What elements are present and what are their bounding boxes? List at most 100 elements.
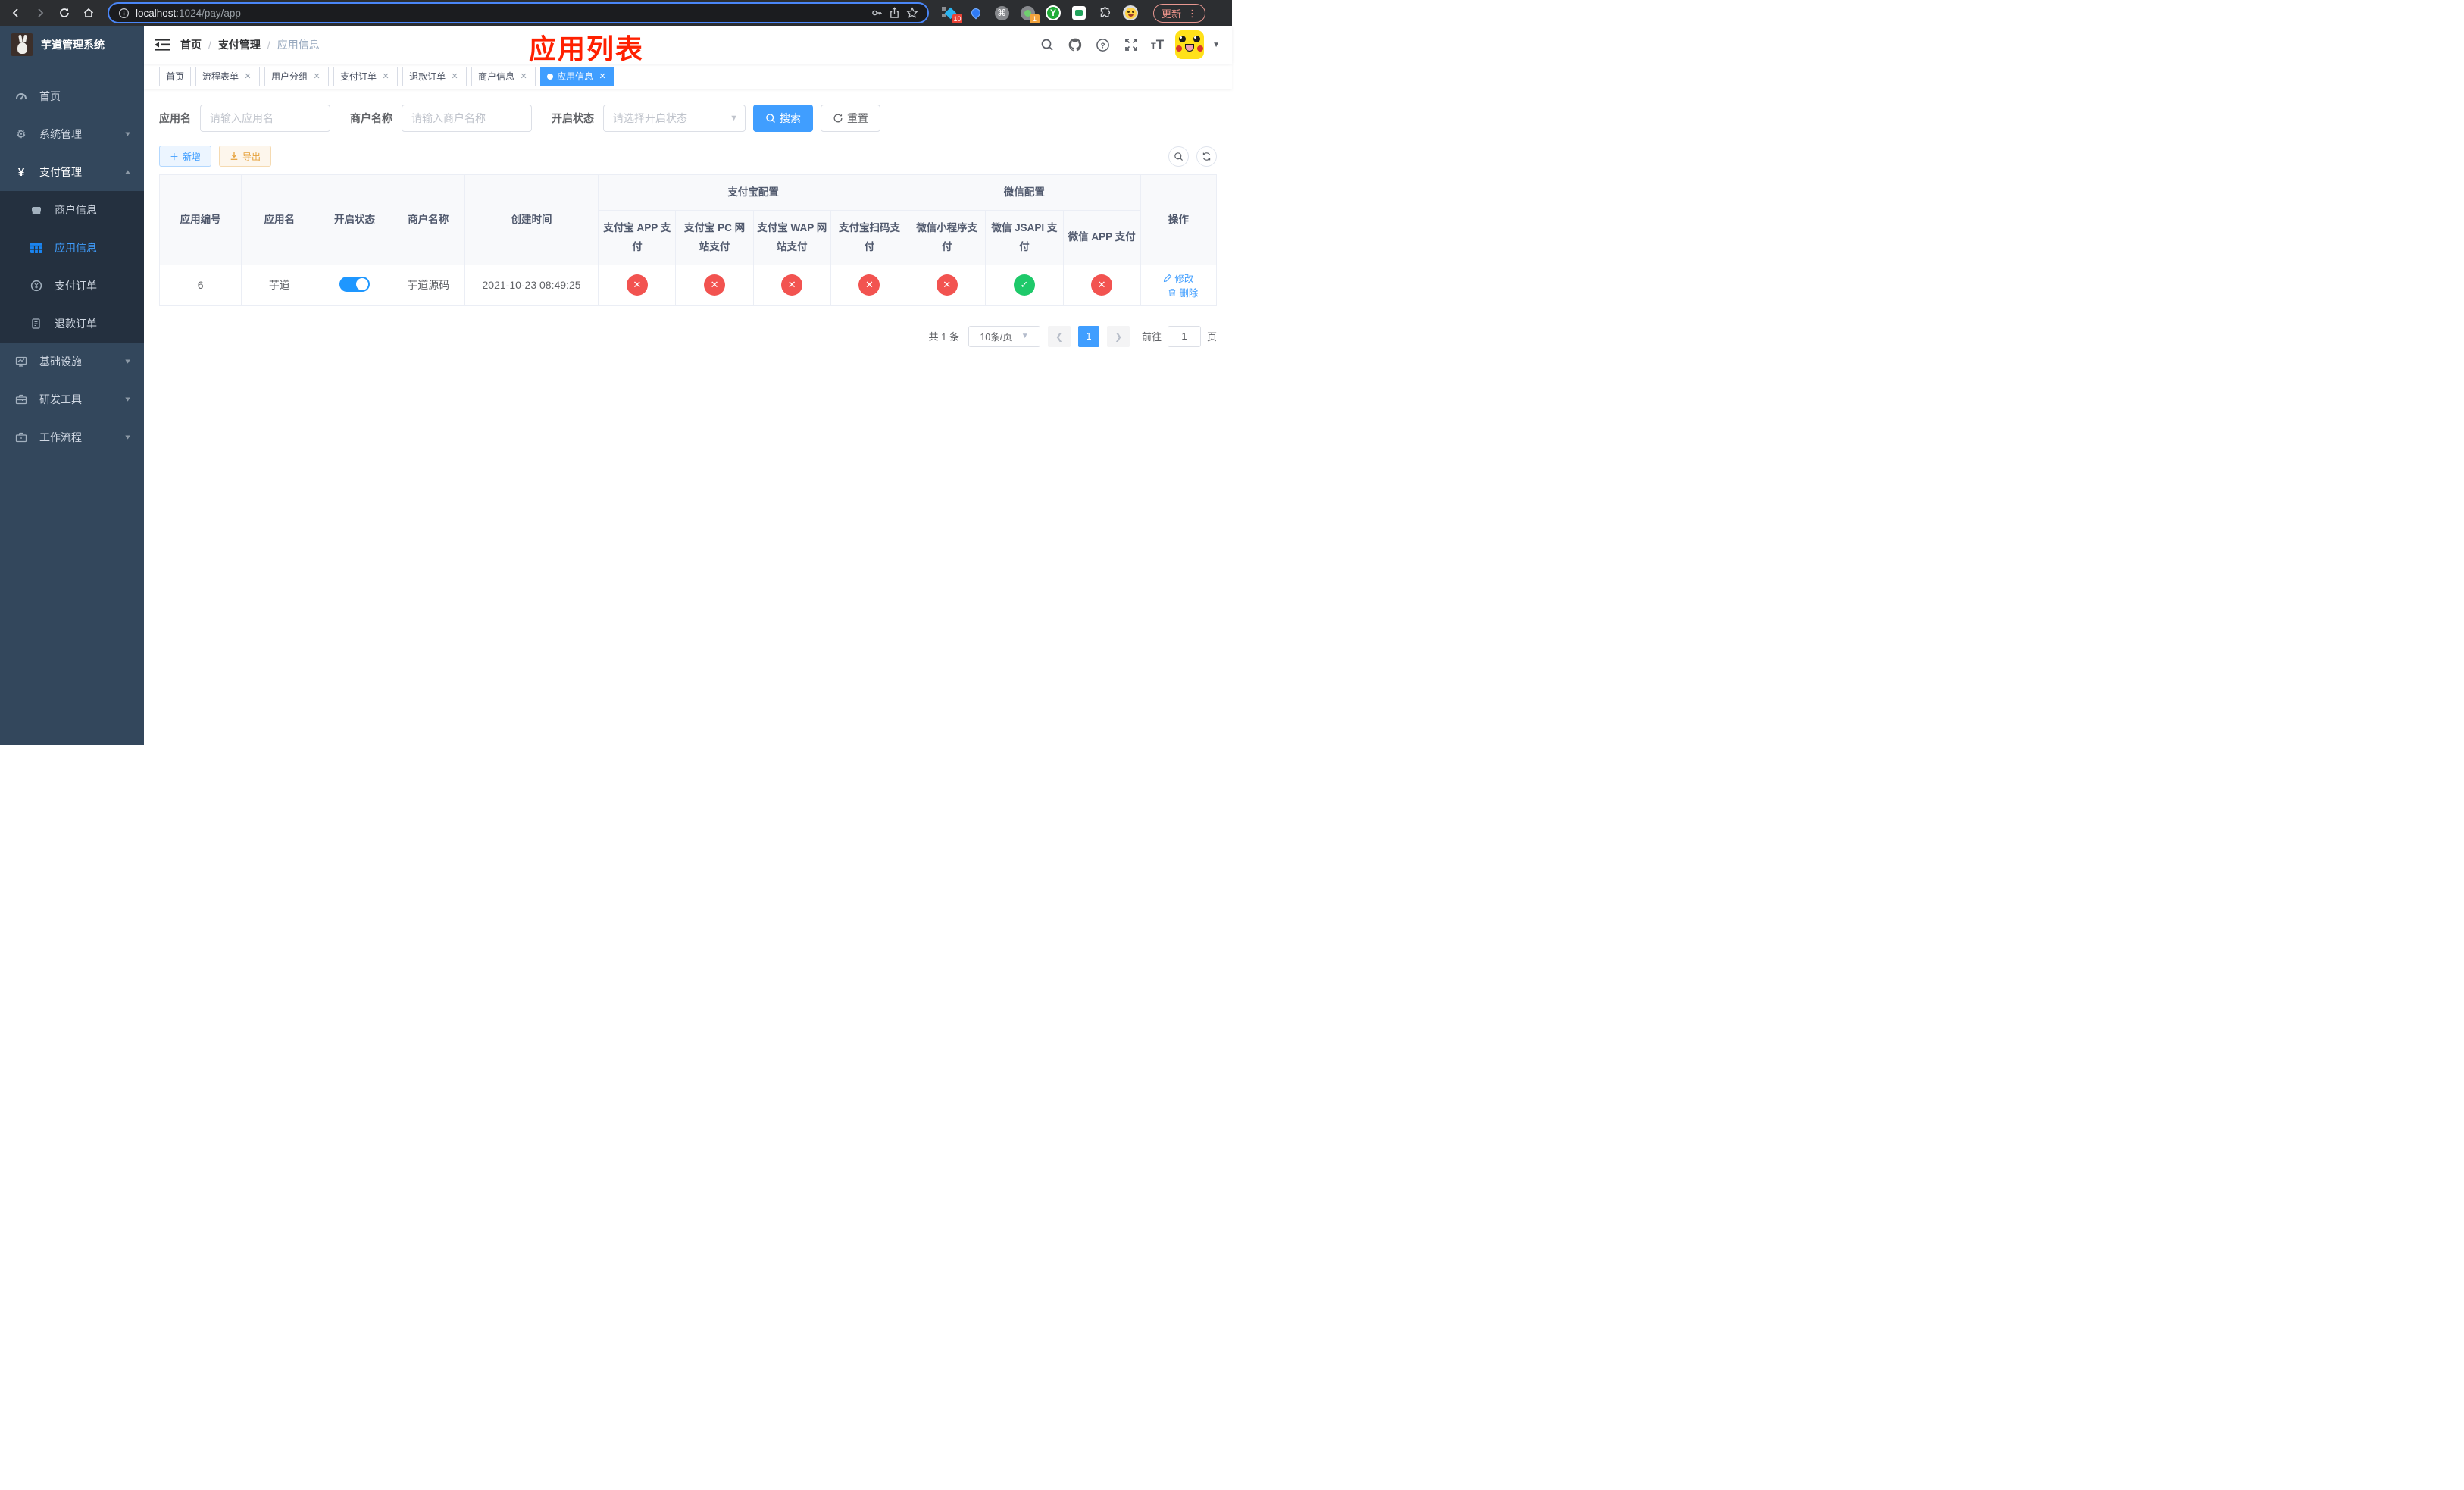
- extension-command-icon[interactable]: ⌘: [994, 5, 1009, 20]
- page-size-select[interactable]: 10条/页 ▼: [968, 325, 1040, 347]
- extension-record-icon[interactable]: 1: [1020, 5, 1040, 23]
- tag-process-form[interactable]: 流程表单 ✕: [195, 66, 261, 86]
- status-cross-icon: [858, 274, 880, 296]
- tag-close-icon[interactable]: ✕: [597, 71, 608, 82]
- right-toolbar: [1168, 146, 1217, 167]
- url-text[interactable]: localhost:1024/pay/app: [136, 8, 865, 19]
- tag-app-info[interactable]: 应用信息 ✕: [540, 66, 615, 86]
- tag-close-icon[interactable]: ✕: [449, 71, 460, 82]
- chevron-up-icon: ▲: [124, 168, 132, 176]
- extension-chat-icon[interactable]: [1071, 5, 1087, 20]
- tag-close-icon[interactable]: ✕: [242, 71, 253, 82]
- sidebar-item-system[interactable]: ⚙ 系统管理 ▼: [0, 115, 144, 153]
- bookmark-star-icon[interactable]: [906, 7, 918, 19]
- tag-user-group[interactable]: 用户分组 ✕: [264, 66, 330, 86]
- app-name-input[interactable]: [200, 105, 330, 132]
- status-label: 开启状态: [552, 112, 594, 124]
- sidebar-item-infrastructure[interactable]: 基础设施 ▼: [0, 343, 144, 380]
- status-cross-icon: [626, 274, 648, 296]
- merchant-name-input[interactable]: [402, 105, 532, 132]
- browser-home-button[interactable]: [79, 3, 98, 23]
- toolbox-icon: [15, 393, 27, 405]
- table-toolbar: ＋ 新增 导出: [159, 146, 1217, 167]
- tag-refund-order[interactable]: 退款订单 ✕: [402, 66, 467, 86]
- status-toggle[interactable]: [339, 276, 371, 292]
- reset-button[interactable]: 重置: [821, 105, 880, 132]
- font-size-icon[interactable]: TT: [1151, 37, 1164, 52]
- status-select[interactable]: 请选择开启状态 ▼: [603, 105, 746, 132]
- cell-merchant: 芋道源码: [391, 264, 465, 306]
- breadcrumb-section[interactable]: 支付管理: [218, 37, 261, 52]
- extension-pin-icon[interactable]: [968, 5, 983, 20]
- edit-button[interactable]: 修改: [1163, 271, 1193, 285]
- extension-y-icon[interactable]: Y: [1046, 5, 1061, 20]
- site-info-icon[interactable]: [118, 8, 130, 19]
- share-icon[interactable]: [889, 7, 900, 19]
- status-cross-icon: [781, 274, 803, 296]
- address-bar[interactable]: localhost:1024/pay/app: [108, 2, 929, 23]
- page-unit-label: 页: [1206, 331, 1217, 343]
- browser-update-button[interactable]: 更新 ⋮: [1153, 3, 1206, 23]
- sidebar-logo[interactable]: 芋道管理系统: [0, 26, 144, 64]
- tag-pay-order[interactable]: 支付订单 ✕: [333, 66, 399, 86]
- sidebar-item-payment[interactable]: ¥ 支付管理 ▲: [0, 153, 144, 191]
- tag-close-icon[interactable]: ✕: [311, 71, 322, 82]
- cell-alipay-wap: [752, 264, 831, 306]
- app-name-label: 应用名: [159, 112, 191, 124]
- tag-close-icon[interactable]: ✕: [380, 71, 391, 82]
- extensions-puzzle-icon[interactable]: [1097, 5, 1112, 20]
- github-icon[interactable]: [1067, 36, 1083, 53]
- sidebar-item-merchant-info[interactable]: 商户信息: [0, 191, 144, 229]
- sidebar-toggle-icon[interactable]: [155, 37, 170, 52]
- tag-merchant-info[interactable]: 商户信息 ✕: [471, 66, 536, 86]
- fullscreen-icon[interactable]: [1123, 36, 1140, 53]
- document-icon: [30, 318, 42, 330]
- col-header-operations: 操作: [1140, 174, 1218, 265]
- page-content: 应用名 商户名称 开启状态 请选择开启状态 ▼ 搜索 重置: [144, 89, 1232, 745]
- sidebar-item-workflow[interactable]: 工作流程 ▼: [0, 418, 144, 456]
- sidebar-item-home[interactable]: 首页: [0, 77, 144, 115]
- add-button[interactable]: ＋ 新增: [159, 146, 212, 167]
- svg-text:?: ?: [1101, 42, 1105, 50]
- col-group-wechat: 微信配置: [908, 174, 1141, 211]
- user-avatar[interactable]: [1175, 30, 1205, 59]
- browser-profile-avatar[interactable]: [1123, 5, 1138, 20]
- navbar-actions: ? TT ▼: [1039, 30, 1220, 59]
- goto-page-input[interactable]: [1167, 325, 1201, 347]
- browser-back-button[interactable]: [6, 3, 26, 23]
- password-key-icon[interactable]: [871, 7, 883, 19]
- extension-badge: 10: [952, 14, 962, 23]
- col-header-alipay-qr: 支付宝扫码支付: [830, 209, 909, 265]
- sidebar-item-refund-order[interactable]: 退款订单: [0, 305, 144, 343]
- toggle-search-icon[interactable]: [1168, 146, 1189, 167]
- chevron-down-icon: ▼: [124, 358, 132, 365]
- sidebar-item-dev-tools[interactable]: 研发工具 ▼: [0, 380, 144, 418]
- search-button[interactable]: 搜索: [753, 105, 813, 132]
- next-page-button[interactable]: ❯: [1106, 325, 1130, 347]
- avatar-caret-icon[interactable]: ▼: [1212, 41, 1220, 49]
- extension-diamond-icon[interactable]: 10: [942, 5, 962, 23]
- col-group-alipay: 支付宝配置: [598, 174, 909, 211]
- tag-home[interactable]: 首页: [159, 66, 192, 86]
- table-row: 6 芋道 芋道源码 2021-10-23 08:49:25 ✕ ✕ ✕ ✕ ✕ …: [158, 264, 1218, 306]
- refresh-icon[interactable]: [1196, 146, 1217, 167]
- header-search-icon[interactable]: [1039, 36, 1055, 53]
- browser-menu-icon[interactable]: ⋮: [1187, 8, 1197, 18]
- help-icon[interactable]: ?: [1095, 36, 1112, 53]
- shop-icon: [30, 204, 42, 216]
- goto-label: 前往: [1141, 331, 1162, 343]
- page-number-1[interactable]: 1: [1077, 325, 1099, 347]
- browser-forward-button[interactable]: [30, 3, 50, 23]
- sidebar-item-app-info[interactable]: 应用信息: [0, 229, 144, 267]
- browser-reload-button[interactable]: [55, 3, 74, 23]
- col-header-app-id: 应用编号: [158, 174, 242, 265]
- app-table: 应用编号 应用名 开启状态 商户名称 创建时间 支付宝配置 微信配置 操作 支付…: [158, 174, 1218, 306]
- prev-page-button[interactable]: ❮: [1047, 325, 1071, 347]
- col-header-alipay-app: 支付宝 APP 支付: [598, 209, 677, 265]
- tag-close-icon[interactable]: ✕: [518, 71, 529, 82]
- delete-button[interactable]: 删除: [1168, 285, 1198, 299]
- sidebar-item-pay-order[interactable]: 支付订单: [0, 267, 144, 305]
- export-button[interactable]: 导出: [219, 146, 272, 167]
- cell-wechat-mini: [908, 264, 987, 306]
- breadcrumb-home[interactable]: 首页: [180, 37, 202, 52]
